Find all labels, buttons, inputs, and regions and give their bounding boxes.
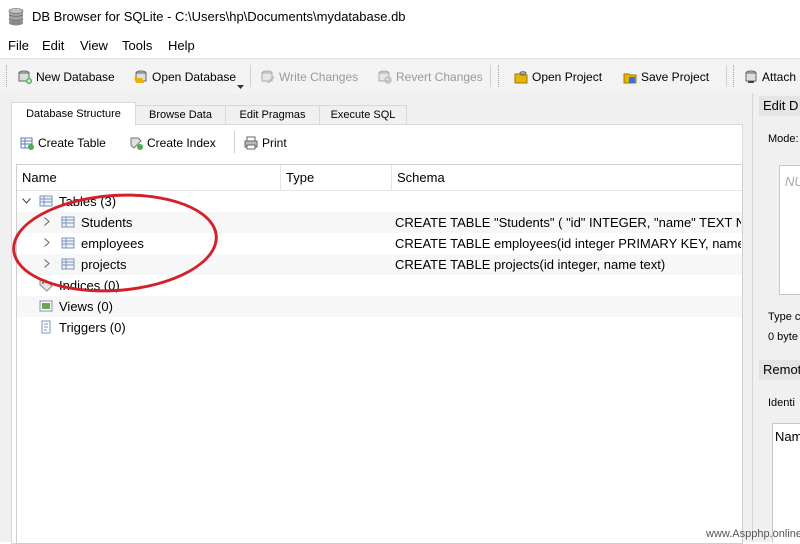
table-row-projects[interactable]: projects CREATE TABLE projects(id intege… [17, 254, 742, 275]
open-database-icon [134, 70, 147, 83]
tree-label: Views (0) [59, 299, 113, 314]
table-schema: CREATE TABLE projects(id integer, name t… [395, 257, 666, 272]
tree-node-tables[interactable]: Tables (3) [17, 191, 742, 212]
column-header-type[interactable]: Type [281, 165, 392, 190]
table-row-students[interactable]: Students CREATE TABLE "Students" ( "id" … [17, 212, 742, 233]
view-icon [39, 300, 53, 312]
tree-label: Indices (0) [59, 278, 120, 293]
new-database-icon [18, 70, 32, 84]
watermark: www.Aspphp.online [706, 528, 800, 540]
toolbar-grip[interactable] [6, 65, 9, 87]
new-database-button[interactable]: New Database [18, 69, 115, 85]
menu-tools[interactable]: Tools [122, 38, 152, 53]
tree-header: Name Type Schema [17, 165, 742, 191]
open-database-button[interactable]: Open Database [134, 69, 236, 85]
tree-node-indices[interactable]: Indices (0) [17, 275, 742, 296]
table-icon [61, 237, 75, 249]
create-index-button[interactable]: Create Index [129, 135, 216, 151]
chevron-right-icon[interactable] [44, 217, 50, 226]
size-label: 0 byte [768, 331, 798, 343]
menu-file[interactable]: File [8, 38, 29, 53]
title-bar: DB Browser for SQLite - C:\Users\hp\Docu… [0, 0, 800, 34]
column-header-schema[interactable]: Schema [392, 165, 742, 190]
attach-database-icon [745, 70, 757, 83]
save-project-button[interactable]: Save Project [623, 69, 709, 85]
name-column-header[interactable]: Nam [775, 429, 800, 444]
tree-label: Triggers (0) [59, 320, 126, 335]
chevron-right-icon[interactable] [44, 238, 50, 247]
remote-list[interactable]: Nam [772, 423, 800, 542]
revert-changes-icon [378, 70, 392, 84]
database-app-icon [8, 8, 24, 29]
main-panel: Database Structure Browse Data Edit Prag… [0, 93, 752, 544]
menu-help[interactable]: Help [168, 38, 195, 53]
write-changes-button[interactable]: Write Changes [261, 69, 358, 85]
table-row-employees[interactable]: employees CREATE TABLE employees(id inte… [17, 233, 742, 254]
attach-database-button[interactable]: Attach D [744, 69, 800, 85]
window-title: DB Browser for SQLite - C:\Users\hp\Docu… [32, 9, 406, 24]
mode-label: Mode: [768, 133, 799, 145]
table-name: employees [81, 236, 144, 251]
menu-view[interactable]: View [80, 38, 108, 53]
tab-edit-pragmas[interactable]: Edit Pragmas [225, 105, 320, 125]
main-toolbar: New Database Open Database Write Changes… [0, 58, 800, 94]
remote-dock-header[interactable]: Remot [759, 360, 800, 380]
column-header-name[interactable]: Name [17, 165, 281, 190]
table-icon [61, 216, 75, 228]
table-schema: CREATE TABLE "Students" ( "id" INTEGER, … [395, 215, 741, 230]
save-project-icon [623, 73, 637, 84]
toolbar-separator [234, 131, 235, 153]
table-name: Students [81, 215, 133, 230]
tree-node-views[interactable]: Views (0) [17, 296, 742, 317]
create-index-icon [130, 137, 143, 150]
toolbar-grip[interactable] [498, 65, 501, 87]
tables-icon [39, 195, 53, 207]
chevron-right-icon[interactable] [44, 259, 50, 268]
open-project-icon [514, 71, 528, 84]
type-label: Type c [768, 311, 800, 323]
toolbar-separator [250, 65, 251, 87]
trigger-script-icon [41, 320, 51, 334]
tab-database-structure[interactable]: Database Structure [11, 102, 136, 126]
toolbar-separator [490, 65, 491, 87]
schema-tree: Name Type Schema Tables (3) Students CRE… [16, 164, 743, 544]
create-table-button[interactable]: Create Table [20, 135, 106, 151]
menu-bar: File Edit View Tools Help [0, 34, 800, 56]
edit-dock-header[interactable]: Edit D [759, 96, 800, 116]
toolbar-separator [726, 65, 727, 87]
printer-icon [244, 136, 258, 150]
null-placeholder: NU [785, 174, 800, 189]
chevron-down-icon [237, 84, 244, 89]
write-changes-icon [261, 70, 275, 84]
tab-execute-sql[interactable]: Execute SQL [319, 105, 407, 125]
database-structure-panel: Create Table Create Index Print Name Typ… [11, 124, 743, 544]
tree-node-triggers[interactable]: Triggers (0) [17, 317, 742, 338]
table-schema: CREATE TABLE employees(id integer PRIMAR… [395, 236, 741, 251]
revert-changes-button[interactable]: Revert Changes [378, 69, 483, 85]
cell-editor[interactable]: NU [779, 165, 800, 295]
toolbar-grip[interactable] [733, 65, 736, 87]
edit-cell-dock: Edit D Mode: NU Type c 0 byte Remot Iden… [752, 93, 800, 542]
menu-edit[interactable]: Edit [42, 38, 64, 53]
open-project-button[interactable]: Open Project [514, 69, 602, 85]
tree-label: Tables (3) [59, 194, 117, 209]
create-table-icon [20, 137, 34, 150]
table-name: projects [81, 257, 127, 272]
identity-label: Identi [768, 397, 795, 409]
index-tag-icon [39, 279, 53, 292]
chevron-down-icon[interactable] [22, 198, 31, 204]
print-button[interactable]: Print [244, 135, 287, 151]
table-icon [61, 258, 75, 270]
tab-browse-data[interactable]: Browse Data [135, 105, 226, 125]
